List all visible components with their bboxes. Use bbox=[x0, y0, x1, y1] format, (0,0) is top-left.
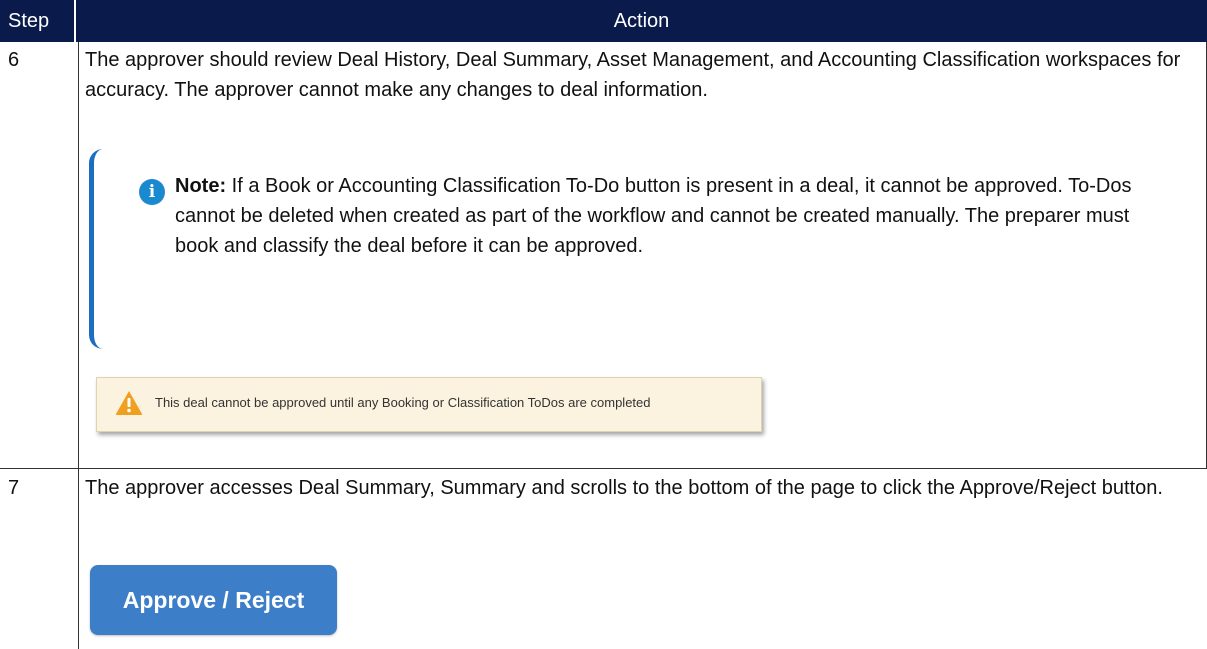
warning-banner: This deal cannot be approved until any B… bbox=[96, 377, 762, 432]
step-number: 6 bbox=[8, 49, 20, 71]
step-description: The approver should review Deal History,… bbox=[85, 49, 1181, 101]
note-accent-bar bbox=[89, 149, 103, 349]
step-number: 7 bbox=[8, 477, 20, 499]
note-callout: i Note: If a Book or Accounting Classifi… bbox=[89, 149, 1169, 349]
table-header: Step Action bbox=[0, 0, 1207, 42]
warning-text: This deal cannot be approved until any B… bbox=[155, 395, 651, 410]
column-divider bbox=[78, 42, 79, 649]
note-label: Note: bbox=[175, 175, 227, 197]
note-text: Note: If a Book or Accounting Classifica… bbox=[175, 171, 1165, 261]
approve-reject-button[interactable]: Approve / Reject bbox=[90, 565, 337, 635]
header-step: Step bbox=[8, 10, 50, 32]
header-action: Action bbox=[613, 10, 670, 32]
step-description: The approver accesses Deal Summary, Summ… bbox=[85, 477, 1163, 499]
warning-icon bbox=[115, 391, 143, 415]
row-divider bbox=[0, 468, 1207, 469]
note-body: If a Book or Accounting Classification T… bbox=[175, 175, 1132, 257]
info-icon: i bbox=[139, 179, 165, 205]
